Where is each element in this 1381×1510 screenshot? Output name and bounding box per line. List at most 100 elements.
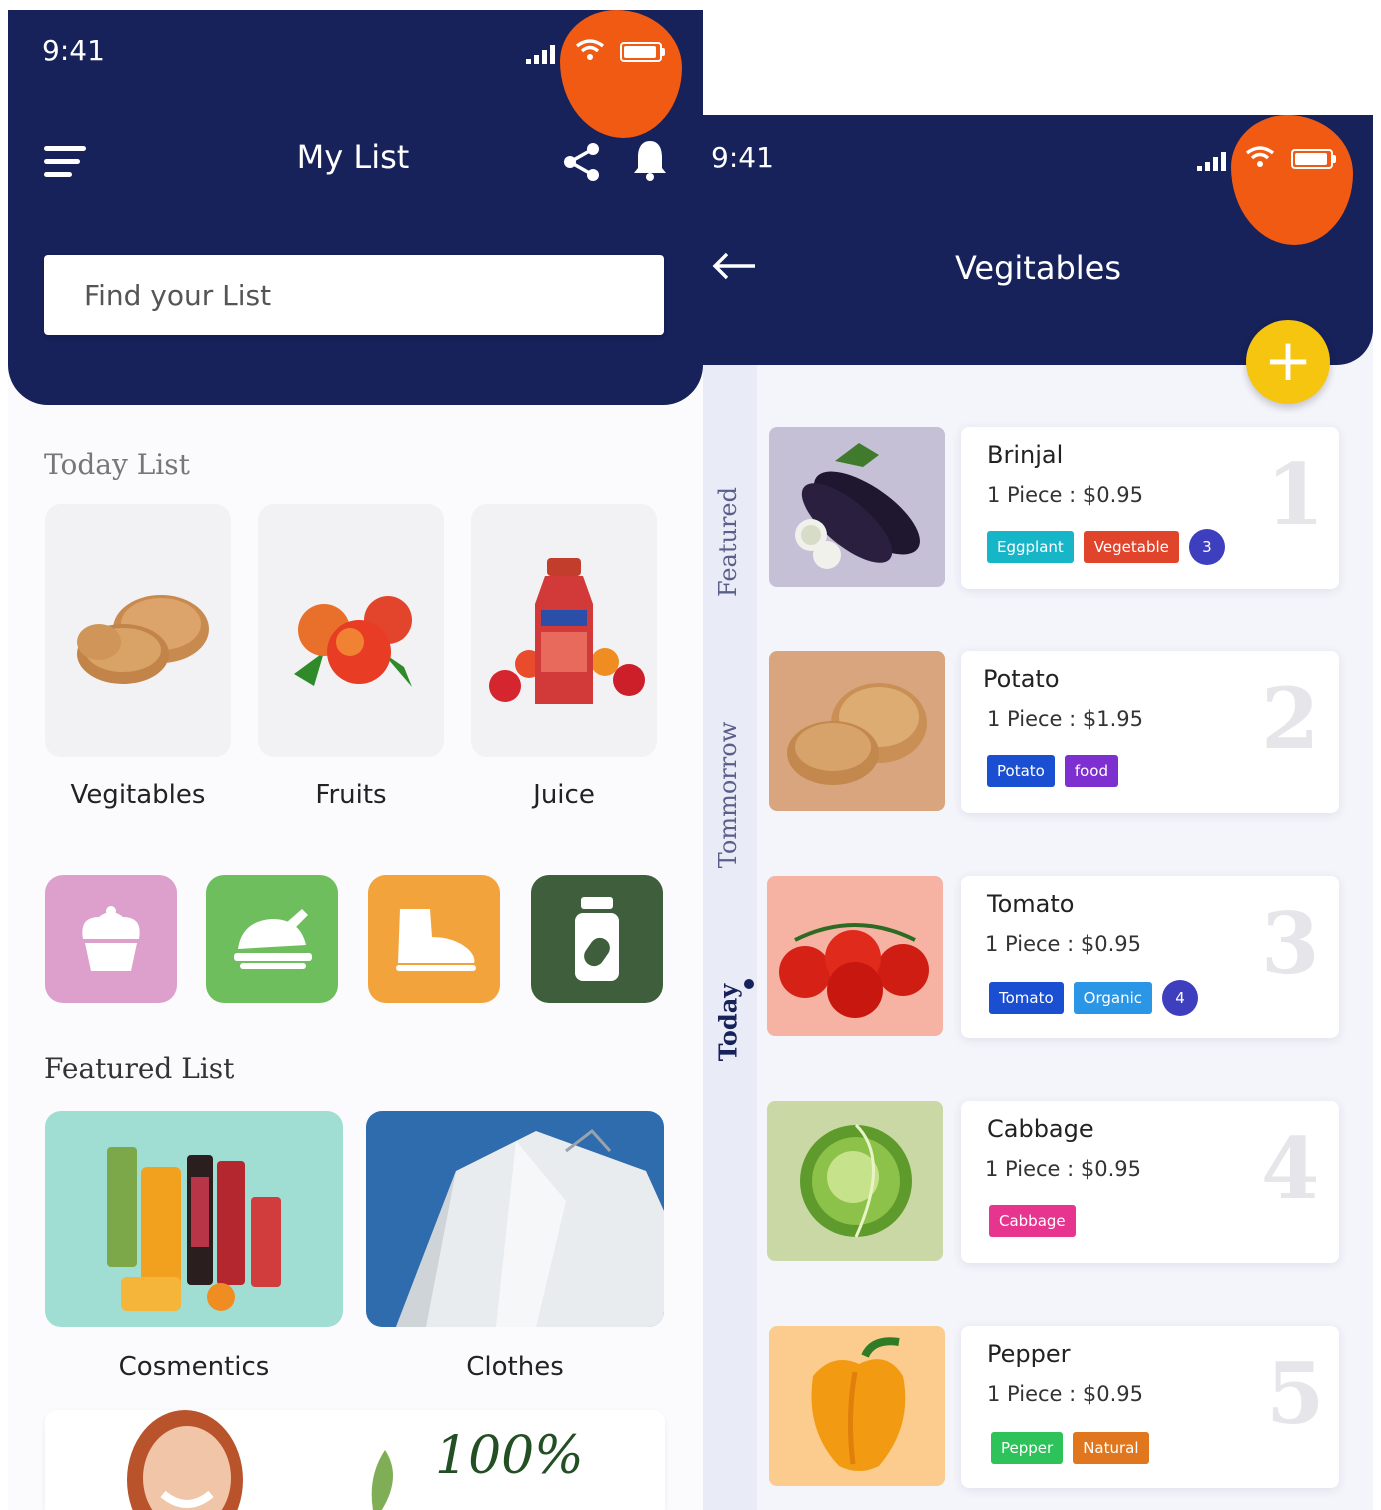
- cosmetics-image: [107, 1147, 281, 1311]
- tag[interactable]: Organic: [1073, 982, 1153, 1014]
- today-card-label: Fruits: [315, 780, 387, 810]
- vegitables-screen: 9:41 Vegitables + Featured Tommorrow Tod…: [703, 115, 1373, 1510]
- count-badge: 4: [1162, 980, 1199, 1016]
- wifi-icon: [575, 38, 605, 67]
- rank-number: 2: [1261, 669, 1320, 768]
- status-time: 9:41: [711, 141, 774, 174]
- roast-chicken-icon: [234, 909, 312, 969]
- banner-percent: 100%: [435, 1426, 584, 1486]
- tag[interactable]: Cabbage: [989, 1205, 1076, 1237]
- potato-image: [77, 595, 209, 684]
- item-card-potato[interactable]: Potato 1 Piece : $1.95 Potato food 2: [961, 651, 1339, 813]
- today-card-vegitables[interactable]: [45, 504, 231, 757]
- rank-number: 5: [1266, 1344, 1325, 1443]
- rank-number: 3: [1261, 894, 1320, 993]
- cabbage-image: [800, 1123, 912, 1238]
- wifi-icon: [1245, 145, 1275, 174]
- item-card-tomato[interactable]: Tomato 1 Piece : $0.95 Tomato Organic 4 3: [961, 876, 1339, 1038]
- featured-card-cosmetics[interactable]: [45, 1111, 343, 1327]
- item-image-potato[interactable]: [769, 651, 945, 811]
- header: 9:41 My List: [8, 10, 703, 405]
- accent-blob: [560, 10, 682, 138]
- tomato-image: [779, 923, 929, 1018]
- juice-bottle-image: [489, 558, 645, 704]
- page-title: Vegitables: [954, 249, 1121, 287]
- item-tags: Eggplant Vegetable 3: [987, 529, 1225, 565]
- medicine-bottle-icon: [575, 897, 619, 981]
- battery-icon: [620, 42, 662, 62]
- item-image-brinjal[interactable]: [769, 427, 945, 587]
- battery-icon: [1291, 149, 1333, 169]
- tag[interactable]: Pepper: [991, 1432, 1064, 1464]
- search-input[interactable]: [44, 255, 664, 335]
- page-title: My List: [296, 138, 410, 176]
- item-tags: Cabbage: [989, 1205, 1086, 1237]
- status-time: 9:41: [42, 34, 105, 67]
- item-price: 1 Piece : $0.95: [985, 932, 1142, 956]
- tag[interactable]: Eggplant: [987, 531, 1074, 563]
- rank-number: 4: [1261, 1119, 1320, 1218]
- item-name: Pepper: [987, 1340, 1071, 1368]
- category-meat[interactable]: [206, 875, 338, 1003]
- count-badge: 3: [1188, 529, 1225, 565]
- item-image-tomato[interactable]: [767, 876, 943, 1036]
- tag[interactable]: food: [1064, 755, 1118, 787]
- item-name: Potato: [983, 665, 1060, 693]
- item-image-pepper[interactable]: [769, 1326, 945, 1486]
- item-card-brinjal[interactable]: Brinjal 1 Piece : $0.95 Eggplant Vegetabl…: [961, 427, 1339, 589]
- item-tags: Potato food: [987, 755, 1128, 787]
- today-list-title: Today List: [44, 448, 190, 481]
- featured-card-label: Clothes: [466, 1352, 564, 1382]
- signal-icon: [1197, 151, 1226, 171]
- brinjal-image: [795, 443, 920, 569]
- item-tags: Pepper Natural: [991, 1432, 1159, 1464]
- battery-nub: [662, 48, 665, 56]
- tag[interactable]: Tomato: [989, 982, 1064, 1014]
- item-price: 1 Piece : $0.95: [987, 1382, 1144, 1406]
- featured-list-title: Featured List: [44, 1052, 235, 1085]
- peach-image: [294, 596, 412, 687]
- item-card-cabbage[interactable]: Cabbage 1 Piece : $0.95 Cabbage 4: [961, 1101, 1339, 1263]
- category-shoes[interactable]: [368, 875, 500, 1003]
- today-card-juice[interactable]: [471, 504, 657, 757]
- item-price: 1 Piece : $1.95: [987, 707, 1144, 731]
- category-pharmacy[interactable]: [531, 875, 663, 1003]
- tab-today[interactable]: Today: [714, 968, 743, 1078]
- item-tags: Tomato Organic 4: [989, 980, 1199, 1016]
- back-arrow-icon[interactable]: [711, 251, 757, 285]
- item-price: 1 Piece : $0.95: [987, 483, 1144, 507]
- tag[interactable]: Potato: [987, 755, 1055, 787]
- item-image-cabbage[interactable]: [767, 1101, 943, 1261]
- tab-tommorrow[interactable]: Tommorrow: [714, 710, 742, 880]
- accent-blob: [1231, 115, 1353, 245]
- tag[interactable]: Natural: [1073, 1432, 1149, 1464]
- rank-number: 1: [1266, 445, 1325, 544]
- today-card-label: Juice: [533, 780, 595, 810]
- featured-card-label: Cosmentics: [118, 1352, 270, 1382]
- share-icon[interactable]: [562, 142, 602, 186]
- item-card-pepper[interactable]: Pepper 1 Piece : $0.95 Pepper Natural 5: [961, 1326, 1339, 1488]
- tag[interactable]: Vegetable: [1083, 531, 1179, 563]
- pepper-image: [811, 1337, 906, 1471]
- cupcake-icon: [82, 906, 140, 971]
- today-card-fruits[interactable]: [258, 504, 444, 757]
- category-bakery[interactable]: [45, 875, 177, 1003]
- bell-icon[interactable]: [632, 138, 668, 186]
- potato-image: [787, 683, 927, 785]
- woman-photo: [127, 1410, 243, 1510]
- active-tab-dot: [744, 979, 754, 989]
- battery-nub: [1333, 155, 1336, 163]
- shirt-image: [396, 1128, 664, 1327]
- leaf-icon: [371, 1450, 393, 1510]
- featured-card-clothes[interactable]: [366, 1111, 664, 1327]
- menu-icon[interactable]: [44, 146, 86, 185]
- today-card-label: Vegitables: [70, 780, 206, 810]
- tab-featured[interactable]: Featured: [714, 477, 742, 607]
- signal-icon: [526, 44, 555, 64]
- date-tabs: Featured Tommorrow Today: [703, 365, 757, 1510]
- organic-banner[interactable]: 100%: [45, 1410, 665, 1510]
- my-list-screen: 9:41 My List Today List: [8, 10, 703, 1510]
- item-price: 1 Piece : $0.95: [985, 1157, 1142, 1181]
- boot-icon: [396, 909, 476, 971]
- add-button[interactable]: +: [1246, 320, 1330, 404]
